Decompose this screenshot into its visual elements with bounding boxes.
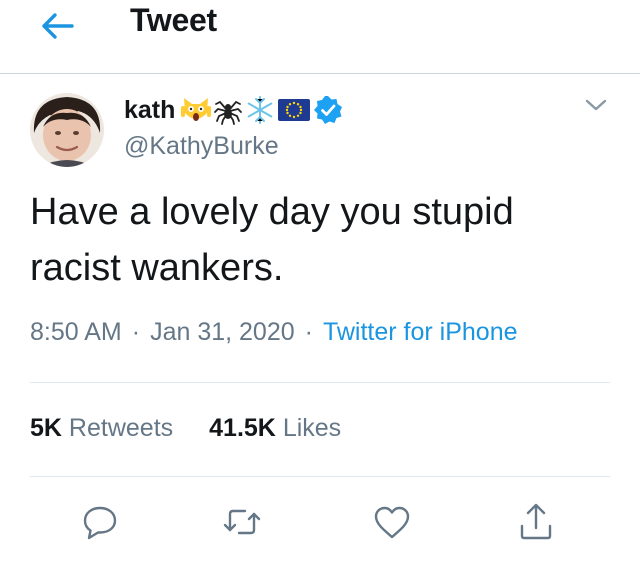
retweet-icon bbox=[223, 509, 261, 535]
eu-flag-emoji bbox=[277, 95, 311, 125]
tweet-date[interactable]: Jan 31, 2020 bbox=[150, 318, 295, 346]
back-button[interactable] bbox=[36, 6, 80, 46]
reply-icon bbox=[83, 506, 117, 540]
more-options-button[interactable] bbox=[582, 95, 610, 115]
tweet-stats: 5K Retweets 41.5K Likes bbox=[30, 414, 341, 443]
verified-badge-icon bbox=[313, 95, 343, 125]
like-button[interactable] bbox=[370, 500, 414, 544]
likes-count: 41.5K bbox=[209, 414, 276, 442]
likes-stat[interactable]: 41.5K Likes bbox=[209, 414, 341, 442]
retweets-count: 5K bbox=[30, 414, 62, 442]
tweet-time[interactable]: 8:50 AM bbox=[30, 318, 122, 346]
meta-divider bbox=[30, 382, 610, 383]
spider-emoji bbox=[213, 95, 243, 125]
arrow-left-icon bbox=[42, 13, 74, 39]
author-handle[interactable]: @KathyBurke bbox=[124, 132, 279, 161]
retweets-label: Retweets bbox=[68, 414, 174, 442]
heart-icon bbox=[374, 506, 410, 539]
screaming-cat-emoji bbox=[181, 95, 212, 125]
meta-separator: · bbox=[131, 318, 141, 346]
stats-divider bbox=[30, 476, 610, 477]
retweet-button[interactable] bbox=[220, 500, 264, 544]
avatar[interactable] bbox=[30, 93, 104, 167]
chevron-down-icon bbox=[585, 99, 607, 111]
header-divider bbox=[0, 73, 640, 74]
author-name-row[interactable]: kath bbox=[124, 94, 345, 126]
tweet-text: Have a lovely day you stupid racist wank… bbox=[30, 191, 514, 289]
share-button[interactable] bbox=[514, 500, 558, 544]
reply-button[interactable] bbox=[78, 500, 122, 544]
likes-label: Likes bbox=[282, 414, 342, 442]
tweet-source-link[interactable]: Twitter for iPhone bbox=[323, 318, 518, 346]
tweet-meta: 8:50 AM · Jan 31, 2020 · Twitter for iPhone bbox=[30, 318, 518, 347]
retweets-stat[interactable]: 5K Retweets bbox=[30, 414, 173, 442]
author-name: kath bbox=[124, 95, 176, 124]
page-title: Tweet bbox=[130, 2, 217, 38]
snowflake-emoji bbox=[245, 95, 275, 125]
meta-separator: · bbox=[304, 318, 313, 346]
share-icon bbox=[520, 503, 552, 540]
